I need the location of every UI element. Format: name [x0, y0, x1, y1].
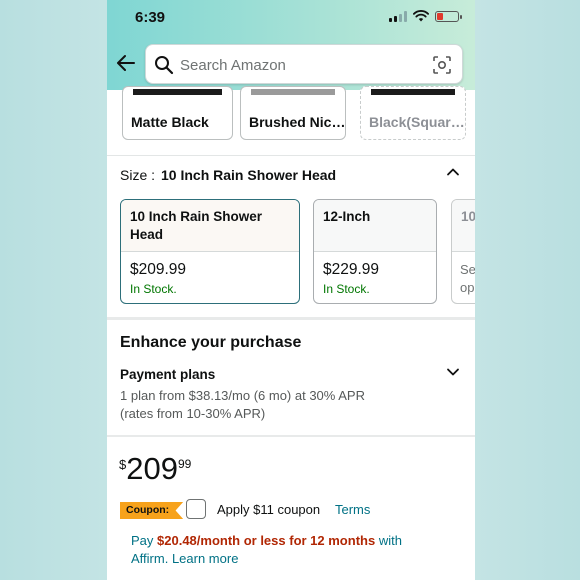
affirm-with: with: [375, 533, 402, 548]
price-whole: 209: [126, 451, 178, 486]
size-option-name: 10 Inch Rain Shower: [130, 209, 263, 224]
learn-more-link[interactable]: Learn more: [168, 551, 238, 566]
phone-screen: 6:39 Search Amazon Matte Black Brushed N…: [107, 0, 475, 580]
stock-status: In Stock.: [323, 282, 370, 296]
size-option-note: op: [460, 280, 475, 295]
signal-icon: [389, 10, 407, 22]
chevron-down-icon[interactable]: [445, 364, 461, 380]
style-swatch: [251, 89, 335, 95]
back-arrow-icon[interactable]: [115, 52, 137, 74]
size-option-partial[interactable]: 10 Se op: [451, 199, 475, 304]
status-icons: [389, 10, 462, 22]
wifi-icon: [413, 10, 429, 22]
coupon-text[interactable]: Apply $11 coupon: [217, 502, 320, 517]
payment-plans-title[interactable]: Payment plans: [120, 367, 215, 382]
size-selected-value: 10 Inch Rain Shower Head: [161, 167, 337, 183]
price-fraction: 99: [177, 457, 192, 471]
chevron-up-icon[interactable]: [445, 164, 461, 180]
coupon-badge: Coupon:: [120, 502, 184, 519]
style-swatch: [133, 89, 222, 95]
price-symbol: $: [119, 457, 127, 472]
style-label: Matte Black: [131, 114, 209, 130]
payment-plan-text: 1 plan from $38.13/mo (6 mo) at 30% APR: [120, 388, 365, 403]
style-swatch: [371, 89, 455, 95]
style-option-brushed-nickel[interactable]: Brushed Nic…: [240, 86, 346, 140]
size-option-name: 12-Inch: [323, 209, 371, 224]
search-icon: [155, 56, 174, 75]
style-options: Matte Black Brushed Nic… Black(Squar…: [107, 86, 475, 156]
terms-link[interactable]: Terms: [335, 502, 370, 517]
style-option-black-square[interactable]: Black(Squar…: [360, 86, 466, 140]
size-option-note: Se: [460, 262, 475, 277]
header-bar: 6:39: [107, 0, 475, 90]
affirm-brand: Affirm.: [131, 551, 169, 566]
size-option-12-inch[interactable]: 12-Inch $229.99 In Stock.: [313, 199, 437, 304]
enhance-title: Enhance your purchase: [120, 334, 302, 351]
style-label: Black(Squar…: [369, 114, 465, 130]
size-label: Size :: [120, 167, 156, 183]
coupon-checkbox[interactable]: [186, 499, 206, 519]
status-time: 6:39: [135, 9, 166, 26]
affirm-amount: $20.48/month or less for 12 months: [157, 533, 376, 548]
style-label: Brushed Nic…: [249, 114, 346, 130]
size-option-name: 10: [461, 209, 475, 224]
search-input[interactable]: [180, 53, 420, 77]
size-option-name: Head: [130, 227, 164, 242]
section-divider: [107, 435, 475, 437]
size-header[interactable]: Size : 10 Inch Rain Shower Head: [120, 167, 336, 183]
size-option-price: $229.99: [323, 261, 380, 278]
affirm-pay: Pay: [131, 533, 158, 548]
payment-plan-rates: (rates from 10-30% APR): [120, 406, 266, 421]
size-option-10-inch[interactable]: 10 Inch Rain Shower Head $209.99 In Stoc…: [120, 199, 300, 304]
camera-scan-icon[interactable]: [432, 55, 452, 75]
section-divider: [107, 317, 475, 320]
size-option-price: $209.99: [130, 261, 187, 278]
battery-icon: [435, 10, 462, 22]
stock-status: In Stock.: [130, 282, 177, 296]
style-option-matte-black[interactable]: Matte Black: [122, 86, 233, 140]
affirm-financing: Pay $20.48/month or less for 12 months w…: [131, 532, 461, 568]
search-bar[interactable]: [145, 44, 463, 84]
product-price: $ 209 99: [119, 453, 191, 485]
